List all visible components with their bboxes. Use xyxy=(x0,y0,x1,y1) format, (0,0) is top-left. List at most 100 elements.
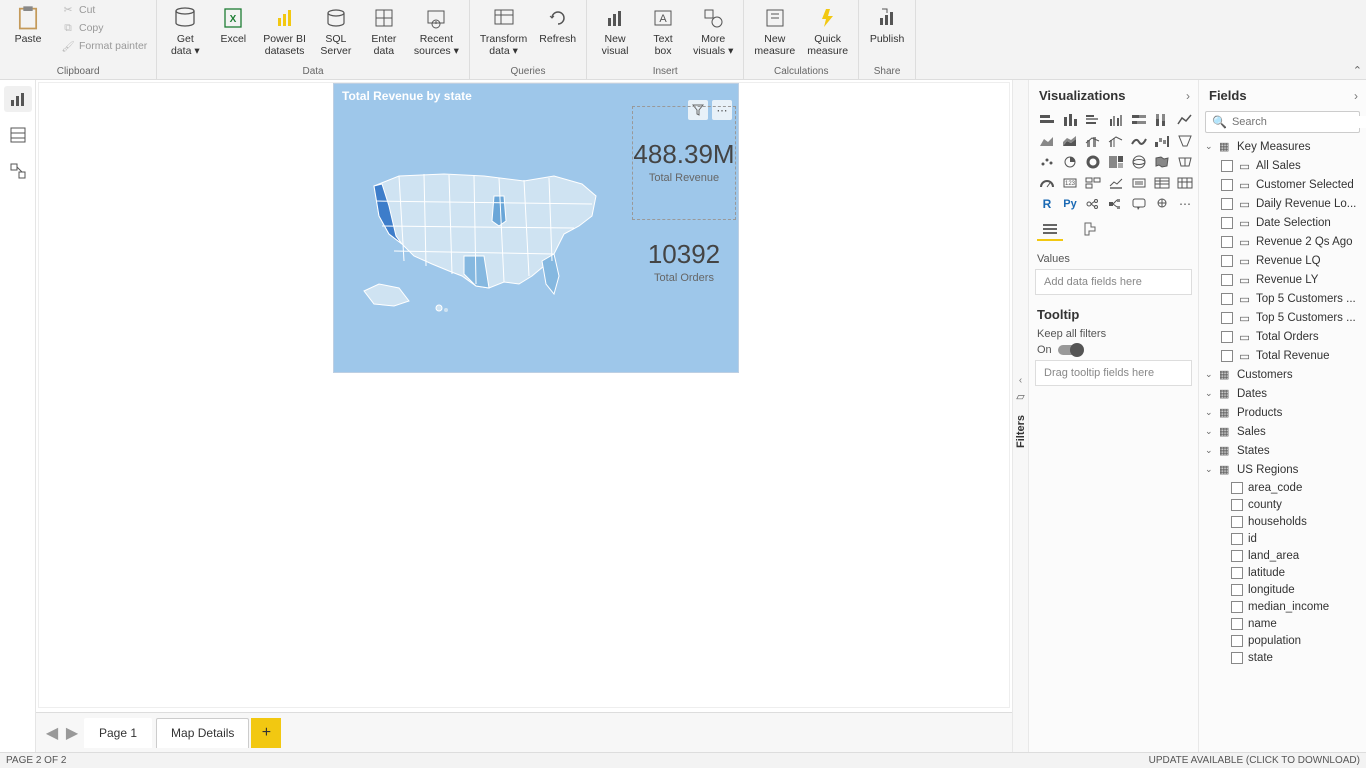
fields-tab-button[interactable] xyxy=(1037,219,1063,241)
report-view-button[interactable] xyxy=(4,86,32,112)
viz-card-icon[interactable]: 123 xyxy=(1060,174,1080,192)
field-item[interactable]: ▭Daily Revenue Lo... xyxy=(1199,194,1366,213)
checkbox[interactable] xyxy=(1221,217,1233,229)
viz-scatter-icon[interactable] xyxy=(1037,153,1057,171)
checkbox[interactable] xyxy=(1221,179,1233,191)
pbi-datasets-button[interactable]: Power BI datasets xyxy=(259,2,310,59)
get-data-button[interactable]: Get data ▾ xyxy=(163,2,207,59)
excel-button[interactable]: XExcel xyxy=(211,2,255,48)
update-available-link[interactable]: UPDATE AVAILABLE (CLICK TO DOWNLOAD) xyxy=(1149,755,1360,766)
viz-qa-icon[interactable] xyxy=(1129,195,1149,213)
data-view-button[interactable] xyxy=(4,122,32,148)
viz-treemap-icon[interactable] xyxy=(1106,153,1126,171)
map-visual[interactable]: Total Revenue by state ⋯ 488.39M Total R… xyxy=(333,83,739,373)
field-item[interactable]: ▭Revenue 2 Qs Ago xyxy=(1199,232,1366,251)
field-item[interactable]: name xyxy=(1199,615,1366,632)
table-dates[interactable]: ⌄▦Dates xyxy=(1199,384,1366,403)
viz-gauge-icon[interactable] xyxy=(1037,174,1057,192)
viz-line-clustered-column-icon[interactable] xyxy=(1106,132,1126,150)
checkbox[interactable] xyxy=(1221,198,1233,210)
recent-sources-button[interactable]: Recent sources ▾ xyxy=(410,2,463,59)
field-item[interactable]: ▭Total Orders xyxy=(1199,327,1366,346)
field-item[interactable]: ▭Customer Selected xyxy=(1199,175,1366,194)
field-item[interactable]: area_code xyxy=(1199,479,1366,496)
text-box-button[interactable]: AText box xyxy=(641,2,685,59)
keep-filters-toggle[interactable] xyxy=(1058,345,1082,355)
table-customers[interactable]: ⌄▦Customers xyxy=(1199,365,1366,384)
table-products[interactable]: ⌄▦Products xyxy=(1199,403,1366,422)
publish-button[interactable]: Publish xyxy=(865,2,909,48)
field-item[interactable]: households xyxy=(1199,513,1366,530)
table-sales[interactable]: ⌄▦Sales xyxy=(1199,422,1366,441)
checkbox[interactable] xyxy=(1221,331,1233,343)
paste-button[interactable]: Paste xyxy=(6,2,50,48)
tooltip-well[interactable]: Drag tooltip fields here xyxy=(1035,360,1192,386)
viz-r-icon[interactable]: R xyxy=(1037,195,1057,213)
field-item[interactable]: county xyxy=(1199,496,1366,513)
viz-stacked-bar-icon[interactable] xyxy=(1037,111,1057,129)
search-input[interactable] xyxy=(1232,116,1366,128)
checkbox[interactable] xyxy=(1231,618,1243,630)
field-item[interactable]: median_income xyxy=(1199,598,1366,615)
viz-clustered-column-icon[interactable] xyxy=(1106,111,1126,129)
viz-stacked-area-icon[interactable] xyxy=(1060,132,1080,150)
field-item[interactable]: ▭Top 5 Customers ... xyxy=(1199,308,1366,327)
fields-collapse-button[interactable]: › xyxy=(1354,89,1358,103)
kpi-total-revenue[interactable]: 488.39M Total Revenue xyxy=(632,139,736,184)
viz-table-icon[interactable] xyxy=(1152,174,1172,192)
quick-measure-button[interactable]: Quick measure xyxy=(803,2,852,59)
checkbox[interactable] xyxy=(1231,584,1243,596)
tab-prev-button[interactable]: ◀ xyxy=(42,721,62,745)
field-item[interactable]: ▭Revenue LY xyxy=(1199,270,1366,289)
viz-matrix-icon[interactable] xyxy=(1175,174,1195,192)
tab-next-button[interactable]: ▶ xyxy=(62,721,82,745)
field-item[interactable]: longitude xyxy=(1199,581,1366,598)
checkbox[interactable] xyxy=(1221,312,1233,324)
viz-kpi-icon[interactable] xyxy=(1106,174,1126,192)
checkbox[interactable] xyxy=(1231,499,1243,511)
transform-data-button[interactable]: Transform data ▾ xyxy=(476,2,531,59)
viz-arcgis-icon[interactable] xyxy=(1152,195,1172,213)
tab-map-details[interactable]: Map Details xyxy=(156,718,249,748)
field-item[interactable]: ▭Top 5 Customers ... xyxy=(1199,289,1366,308)
viz-100-stacked-column-icon[interactable] xyxy=(1152,111,1172,129)
checkbox[interactable] xyxy=(1221,274,1233,286)
viz-shape-map-icon[interactable] xyxy=(1175,153,1195,171)
new-measure-button[interactable]: New measure xyxy=(750,2,799,59)
filters-panel-collapsed[interactable]: ‹ ▱ Filters xyxy=(1012,80,1028,752)
values-well[interactable]: Add data fields here xyxy=(1035,269,1192,295)
field-item[interactable]: id xyxy=(1199,530,1366,547)
field-item[interactable]: state xyxy=(1199,649,1366,666)
checkbox[interactable] xyxy=(1221,293,1233,305)
viz-key-influencers-icon[interactable] xyxy=(1083,195,1103,213)
field-item[interactable]: ▭Total Revenue xyxy=(1199,346,1366,365)
checkbox[interactable] xyxy=(1231,550,1243,562)
format-tab-button[interactable] xyxy=(1077,219,1103,241)
checkbox[interactable] xyxy=(1221,350,1233,362)
sql-server-button[interactable]: SQL Server xyxy=(314,2,358,59)
enter-data-button[interactable]: Enter data xyxy=(362,2,406,59)
tab-page1[interactable]: Page 1 xyxy=(84,718,152,748)
checkbox[interactable] xyxy=(1231,652,1243,664)
viz-clustered-bar-icon[interactable] xyxy=(1083,111,1103,129)
table-key-measures[interactable]: ⌄▦Key Measures xyxy=(1199,137,1366,156)
more-visuals-button[interactable]: More visuals ▾ xyxy=(689,2,737,59)
checkbox[interactable] xyxy=(1221,236,1233,248)
viz-map-icon[interactable] xyxy=(1129,153,1149,171)
checkbox[interactable] xyxy=(1221,160,1233,172)
field-item[interactable]: latitude xyxy=(1199,564,1366,581)
checkbox[interactable] xyxy=(1221,255,1233,267)
viz-donut-icon[interactable] xyxy=(1083,153,1103,171)
viz-stacked-column-icon[interactable] xyxy=(1060,111,1080,129)
viz-py-icon[interactable]: Py xyxy=(1060,195,1080,213)
add-page-button[interactable]: + xyxy=(251,718,281,748)
viz-collapse-button[interactable]: › xyxy=(1186,89,1190,103)
viz-decomposition-icon[interactable] xyxy=(1106,195,1126,213)
viz-pie-icon[interactable] xyxy=(1060,153,1080,171)
viz-line-stacked-column-icon[interactable] xyxy=(1083,132,1103,150)
new-visual-button[interactable]: New visual xyxy=(593,2,637,59)
report-canvas[interactable]: Total Revenue by state ⋯ 488.39M Total R… xyxy=(36,80,1012,752)
field-item[interactable]: ▭All Sales xyxy=(1199,156,1366,175)
checkbox[interactable] xyxy=(1231,635,1243,647)
checkbox[interactable] xyxy=(1231,567,1243,579)
